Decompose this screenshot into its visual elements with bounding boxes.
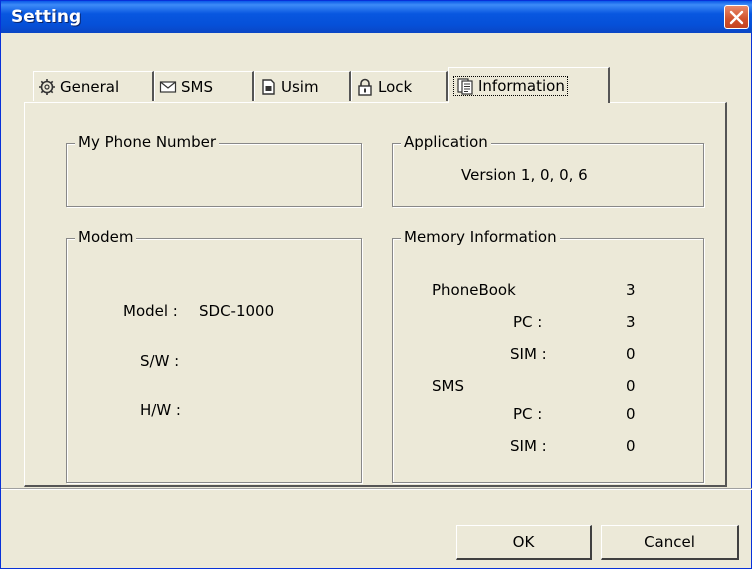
ok-button[interactable]: OK: [456, 525, 592, 560]
close-button[interactable]: [724, 5, 749, 29]
modem-group: Modem Model : SDC-1000 S/W : H/W :: [66, 228, 362, 483]
sms-pc-label: PC :: [513, 405, 543, 423]
tab-sms[interactable]: SMS: [154, 71, 254, 101]
phonebook-sim-label: SIM :: [510, 345, 547, 363]
setting-dialog: Setting General SMS Usim Lock Informatio…: [0, 0, 752, 569]
information-panel: My Phone Number Application Version 1, 0…: [24, 102, 727, 487]
application-version: Version 1, 0, 0, 6: [461, 166, 588, 184]
tab-general[interactable]: General: [33, 71, 154, 101]
sms-sim-label: SIM :: [510, 437, 547, 455]
phone-number-group-title: My Phone Number: [75, 133, 220, 151]
memory-group-title: Memory Information: [401, 228, 560, 246]
sim-card-icon: [262, 78, 275, 95]
tab-general-label: General: [60, 77, 120, 96]
application-group-title: Application: [401, 133, 491, 151]
tab-sms-label: SMS: [181, 77, 213, 96]
gear-icon: [39, 78, 55, 95]
tab-usim[interactable]: Usim: [254, 71, 351, 101]
modem-hw-label: H/W :: [140, 401, 181, 419]
cancel-button[interactable]: Cancel: [601, 525, 739, 560]
tab-information-label: Information: [478, 76, 565, 95]
phonebook-pc-value: 3: [626, 313, 636, 331]
phonebook-label: PhoneBook: [432, 281, 516, 299]
document-icon: [457, 77, 473, 95]
sms-total: 0: [626, 377, 636, 395]
phone-number-group: My Phone Number: [66, 133, 362, 207]
modem-model-label: Model :: [123, 302, 178, 320]
tab-usim-label: Usim: [281, 77, 319, 96]
modem-group-title: Modem: [75, 228, 137, 246]
application-group: Application Version 1, 0, 0, 6: [392, 133, 704, 207]
phonebook-total: 3: [626, 281, 636, 299]
envelope-icon: [159, 80, 177, 93]
sms-label: SMS: [432, 377, 464, 395]
tab-lock[interactable]: Lock: [351, 71, 448, 101]
tab-information[interactable]: Information: [448, 67, 610, 103]
phonebook-sim-value: 0: [626, 345, 636, 363]
modem-model-value: SDC-1000: [199, 302, 275, 320]
tab-information-focus: Information: [453, 75, 568, 96]
modem-sw-label: S/W :: [140, 352, 180, 370]
sms-pc-value: 0: [626, 405, 636, 423]
close-icon: [729, 10, 744, 25]
sms-sim-value: 0: [626, 437, 636, 455]
tab-lock-label: Lock: [378, 77, 413, 96]
lock-icon: [358, 78, 372, 96]
window-title: Setting: [11, 7, 82, 27]
title-bar[interactable]: Setting: [1, 1, 752, 33]
divider: [1, 488, 752, 490]
phonebook-pc-label: PC :: [513, 313, 543, 331]
memory-group: Memory Information PhoneBook 3 PC : 3 SI…: [392, 228, 704, 483]
